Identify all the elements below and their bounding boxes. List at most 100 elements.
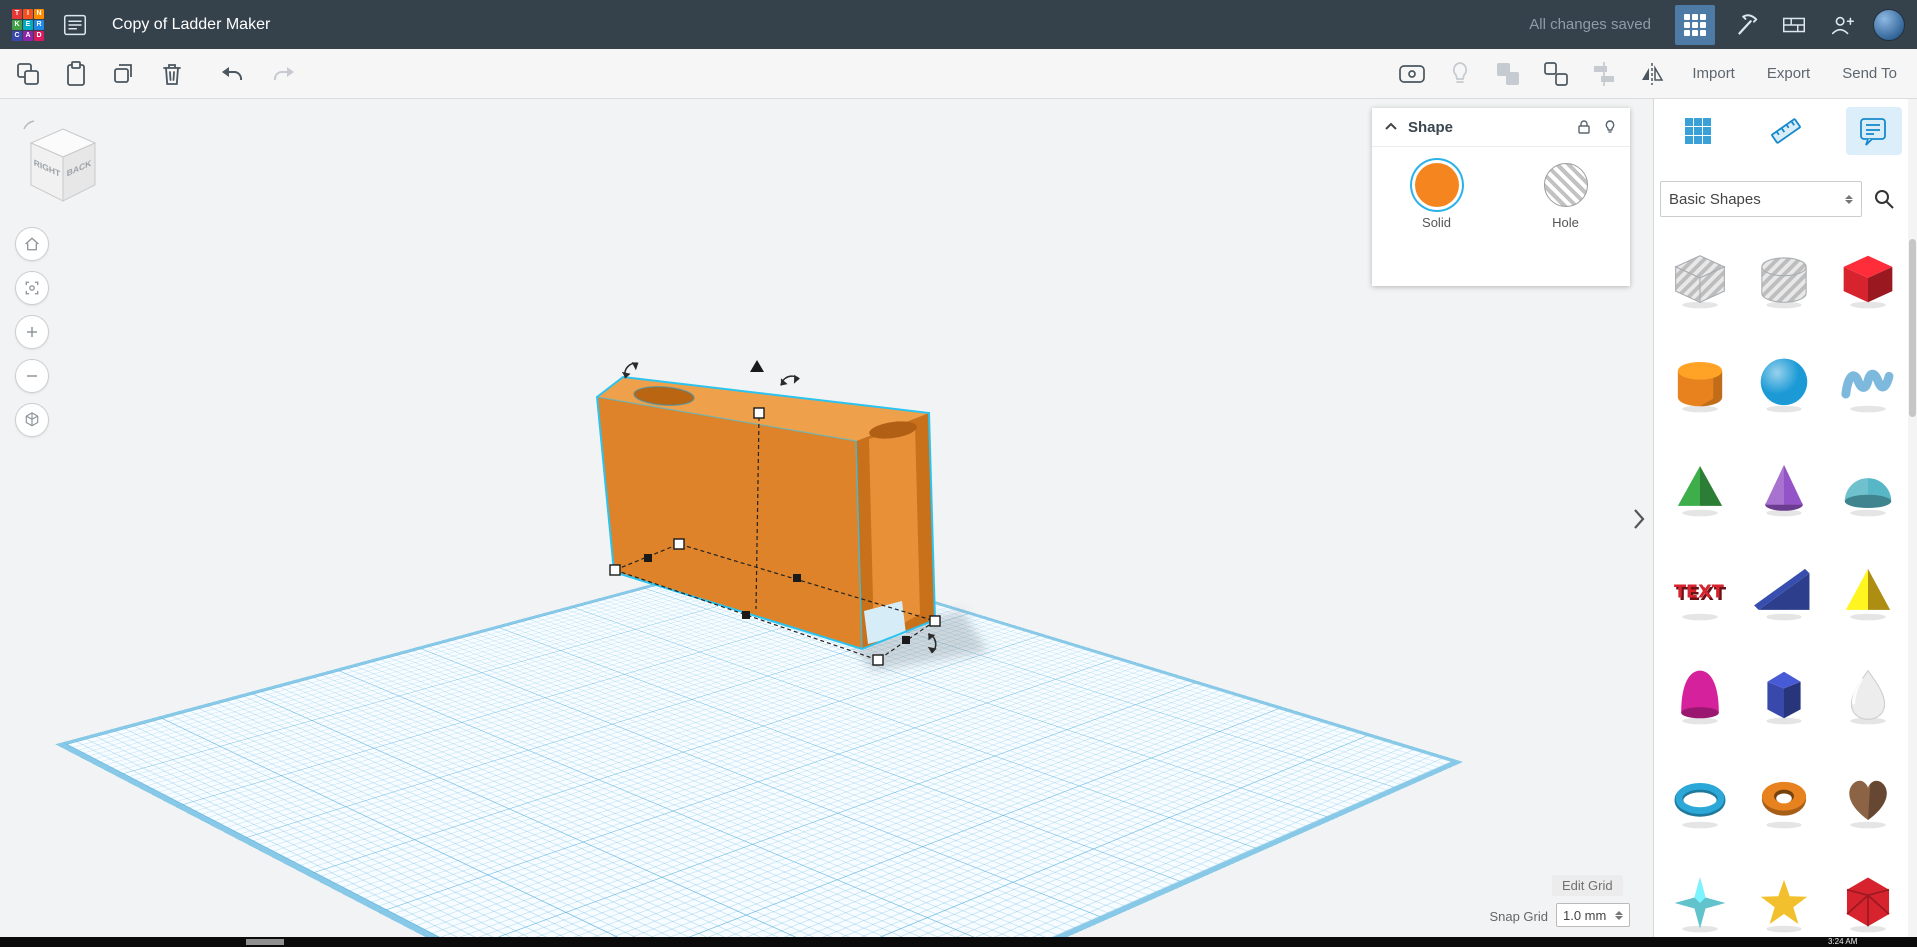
shape-tube[interactable] bbox=[1748, 757, 1820, 841]
copy-button[interactable] bbox=[12, 58, 44, 90]
hole-label: Hole bbox=[1552, 215, 1579, 230]
solid-swatch[interactable] bbox=[1414, 163, 1459, 207]
fit-view-button[interactable] bbox=[15, 271, 49, 305]
shape-scribble[interactable] bbox=[1832, 341, 1904, 425]
save-status: All changes saved bbox=[1529, 16, 1651, 33]
design-menu-icon[interactable] bbox=[58, 8, 92, 42]
dashboard-grid-button[interactable] bbox=[1675, 4, 1715, 45]
tab-notes[interactable] bbox=[1846, 107, 1902, 155]
group-button[interactable] bbox=[1492, 58, 1524, 90]
shape-star[interactable] bbox=[1748, 861, 1820, 945]
snap-grid-label: Snap Grid bbox=[1489, 909, 1548, 924]
shape-cylinder[interactable] bbox=[1664, 341, 1736, 425]
rotate-handle-top-left[interactable] bbox=[620, 360, 641, 379]
export-button[interactable]: Export bbox=[1759, 61, 1818, 86]
shape-star-4[interactable] bbox=[1664, 861, 1736, 945]
sidebar-tabs bbox=[1654, 107, 1917, 155]
workplane[interactable] bbox=[55, 551, 1464, 947]
edge-handle-left[interactable] bbox=[644, 554, 652, 562]
shape-roof[interactable] bbox=[1664, 445, 1736, 529]
orbit-arrow-icon[interactable] bbox=[23, 120, 35, 130]
logo-tile-n: N bbox=[34, 8, 44, 19]
shape-inspector-panel: Shape Solid Hole bbox=[1372, 108, 1630, 286]
os-taskbar: 3:24 AM bbox=[0, 937, 1917, 947]
logo-tile-e: E bbox=[23, 19, 33, 30]
duplicate-button[interactable] bbox=[108, 58, 140, 90]
shape-polygon[interactable] bbox=[1748, 653, 1820, 737]
workplane-grid-icon bbox=[1685, 118, 1711, 144]
shape-heart[interactable] bbox=[1832, 757, 1904, 841]
design-title[interactable]: Copy of Ladder Maker bbox=[112, 16, 270, 34]
logo-tile-i: I bbox=[23, 8, 33, 19]
hole-option[interactable]: Hole bbox=[1543, 163, 1588, 230]
corner-handle-rear-left[interactable] bbox=[673, 538, 685, 550]
shape-cone[interactable] bbox=[1748, 445, 1820, 529]
zoom-out-button[interactable] bbox=[15, 359, 49, 393]
user-avatar[interactable] bbox=[1873, 8, 1905, 41]
shape-wedge[interactable] bbox=[1748, 549, 1820, 633]
home-view-button[interactable] bbox=[15, 227, 49, 261]
mirror-button[interactable] bbox=[1636, 58, 1668, 90]
shape-grid: TEXT TEXT bbox=[1658, 227, 1910, 947]
hide-bulb-button[interactable] bbox=[1444, 58, 1476, 90]
shape-sphere[interactable] bbox=[1748, 341, 1820, 425]
redo-button[interactable] bbox=[266, 58, 298, 90]
align-button[interactable] bbox=[1588, 58, 1620, 90]
undo-button[interactable] bbox=[218, 58, 250, 90]
delete-button[interactable] bbox=[156, 58, 188, 90]
tinker-pickaxe-icon[interactable] bbox=[1729, 8, 1763, 42]
paste-button[interactable] bbox=[60, 58, 92, 90]
lock-icon[interactable] bbox=[1576, 119, 1592, 135]
shape-pyramid[interactable] bbox=[1832, 549, 1904, 633]
taskbar-item[interactable] bbox=[246, 939, 284, 945]
search-shapes-icon[interactable] bbox=[1872, 187, 1896, 211]
send-to-button[interactable]: Send To bbox=[1834, 61, 1905, 86]
3d-viewport[interactable]: RIGHT BACK Shape Solid Hole Edit Grid Sn… bbox=[0, 99, 1653, 947]
snap-grid-dropdown[interactable]: 1.0 mm bbox=[1556, 903, 1630, 927]
tinkercad-logo[interactable]: TIN KER CAD bbox=[12, 8, 44, 41]
shape-box-hole[interactable] bbox=[1664, 237, 1736, 321]
edit-toolbar: Import Export Send To bbox=[0, 49, 1917, 99]
spinner-caret-icon[interactable] bbox=[1615, 910, 1623, 920]
show-all-button[interactable] bbox=[1396, 58, 1428, 90]
shape-category-dropdown[interactable]: Basic Shapes bbox=[1660, 181, 1862, 217]
zoom-in-button[interactable] bbox=[15, 315, 49, 349]
logo-tile-a: A bbox=[23, 30, 33, 41]
shape-egg[interactable] bbox=[1832, 653, 1904, 737]
ruler-icon bbox=[1771, 118, 1801, 144]
bricks-icon[interactable] bbox=[1777, 8, 1811, 42]
shape-panel-title: Shape bbox=[1408, 118, 1454, 136]
ungroup-button[interactable] bbox=[1540, 58, 1572, 90]
shape-box[interactable] bbox=[1832, 237, 1904, 321]
height-handle[interactable] bbox=[753, 407, 765, 419]
import-button[interactable]: Import bbox=[1684, 61, 1743, 86]
shape-paraboloid[interactable] bbox=[1664, 653, 1736, 737]
shape-cylinder-hole[interactable] bbox=[1748, 237, 1820, 321]
shape-icosahedron[interactable] bbox=[1832, 861, 1904, 945]
dropdown-caret-icon bbox=[1845, 194, 1853, 204]
scrollbar-thumb[interactable] bbox=[1909, 239, 1916, 417]
sidebar-scrollbar[interactable] bbox=[1908, 99, 1917, 947]
collapse-panel-icon[interactable] bbox=[1384, 120, 1398, 134]
taskbar-clock: 3:24 AM bbox=[1828, 937, 1858, 946]
visibility-bulb-icon[interactable] bbox=[1602, 119, 1618, 135]
rotate-handle-top-right[interactable] bbox=[779, 371, 800, 389]
edit-grid-button[interactable]: Edit Grid bbox=[1552, 875, 1623, 896]
sidebar-collapse-chevron[interactable] bbox=[1630, 504, 1648, 534]
snap-grid-value: 1.0 mm bbox=[1563, 907, 1607, 923]
perspective-toggle-button[interactable] bbox=[15, 403, 49, 437]
tab-workplane[interactable] bbox=[1670, 107, 1726, 155]
tinkercad-app: TIN KER CAD Copy of Ladder Maker All chang… bbox=[0, 0, 1917, 947]
view-cube[interactable]: RIGHT BACK bbox=[18, 119, 108, 211]
shape-half-sphere[interactable] bbox=[1832, 445, 1904, 529]
raise-handle-arrow[interactable] bbox=[750, 360, 764, 372]
solid-option[interactable]: Solid bbox=[1414, 163, 1459, 230]
tab-ruler[interactable] bbox=[1758, 107, 1814, 155]
shape-text[interactable]: TEXT TEXT bbox=[1664, 549, 1736, 633]
logo-tile-t: T bbox=[12, 8, 22, 19]
corner-handle-front-left[interactable] bbox=[609, 564, 621, 576]
shape-torus[interactable] bbox=[1664, 757, 1736, 841]
hole-swatch[interactable] bbox=[1543, 163, 1588, 207]
logo-tile-d: D bbox=[34, 30, 44, 41]
invite-person-icon[interactable] bbox=[1825, 8, 1859, 42]
